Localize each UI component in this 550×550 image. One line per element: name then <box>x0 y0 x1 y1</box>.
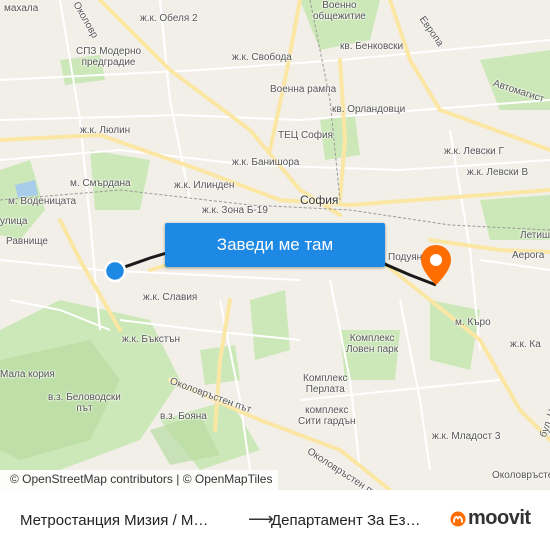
route-destination: Департамент За Ез… <box>271 512 421 529</box>
map-label-smyrdana: м. Смърдана <box>70 178 131 189</box>
brand-name: moovit <box>468 507 531 529</box>
map-label-lyulin: ж.к. Люлин <box>80 125 131 136</box>
arrow-right-icon: ⟶ <box>248 509 274 529</box>
map[interactable]: махала ж.к. Обеля 2 Военно общежитие Евр… <box>0 0 550 490</box>
moovit-logo-icon <box>450 511 466 526</box>
map-label-banishora: ж.к. Банишора <box>232 157 300 168</box>
map-label-mahala: махала <box>4 3 39 14</box>
map-label-zk-ka: ж.к. Ка <box>510 339 541 350</box>
map-attribution[interactable]: © OpenStreetMap contributors | © OpenMap… <box>0 470 279 490</box>
map-label-ravnishte: Равнище <box>6 236 48 247</box>
map-label-tets: ТЕЦ София <box>278 130 333 141</box>
map-label-siti-garden: комплекс Сити гардън <box>298 405 356 427</box>
map-label-aerogara: Аерога <box>512 250 545 261</box>
route-origin: Метростанция Мизия / М… <box>20 512 209 529</box>
map-label-voenna-rampa: Военна рампа <box>270 84 337 95</box>
map-label-ulitsa: улица <box>0 216 28 227</box>
map-label-perlata: Комплекс Перлата <box>303 373 348 395</box>
map-label-bakston: ж.к. Бъкстън <box>122 334 181 345</box>
map-label-orlandovtsi: кв. Орландовци <box>332 104 406 115</box>
map-label-m-karo: м. Къро <box>455 317 491 328</box>
map-label-vodenitsata: м. Воденицата <box>8 196 77 207</box>
map-label-slaviya: ж.к. Славия <box>143 292 198 303</box>
map-label-levski-g: ж.к. Левски Г <box>444 146 504 157</box>
map-label-okolovrasten4: Околовръстен п <box>492 470 550 481</box>
route-footer: Метростанция Мизия / М… ⟶ Департамент За… <box>0 490 550 550</box>
map-label-boyana: в.з. Бояна <box>160 411 207 422</box>
map-label-levski-v: ж.к. Левски В <box>467 167 529 178</box>
map-label-belovodski: в.з. Беловодски път <box>48 392 121 414</box>
take-me-there-button[interactable]: Заведи ме там <box>165 223 385 267</box>
map-label-sofia: София <box>300 193 339 207</box>
map-label-letishte: Летиш <box>520 230 550 241</box>
map-label-mladost3: ж.к. Младост 3 <box>432 431 501 442</box>
map-label-benkovski: кв. Бенковски <box>340 41 404 52</box>
moovit-logo: moovit <box>450 507 531 530</box>
map-label-obelya: ж.к. Обеля 2 <box>140 13 198 24</box>
map-label-zona-b19: ж.к. Зона Б-19 <box>202 205 268 216</box>
map-label-mala-koriya: Мала кория <box>0 369 55 380</box>
map-label-spz: СПЗ Модерно предградие <box>76 46 142 68</box>
destination-pin-icon[interactable] <box>419 244 453 286</box>
origin-marker-icon[interactable] <box>103 259 127 283</box>
map-label-loven-park: Комплекс Ловен парк <box>346 333 399 355</box>
map-label-voenno: Военно общежитие <box>313 0 366 22</box>
map-label-svoboda: ж.к. Свобода <box>232 52 292 63</box>
map-label-ilinden: ж.к. Илинден <box>174 180 235 191</box>
